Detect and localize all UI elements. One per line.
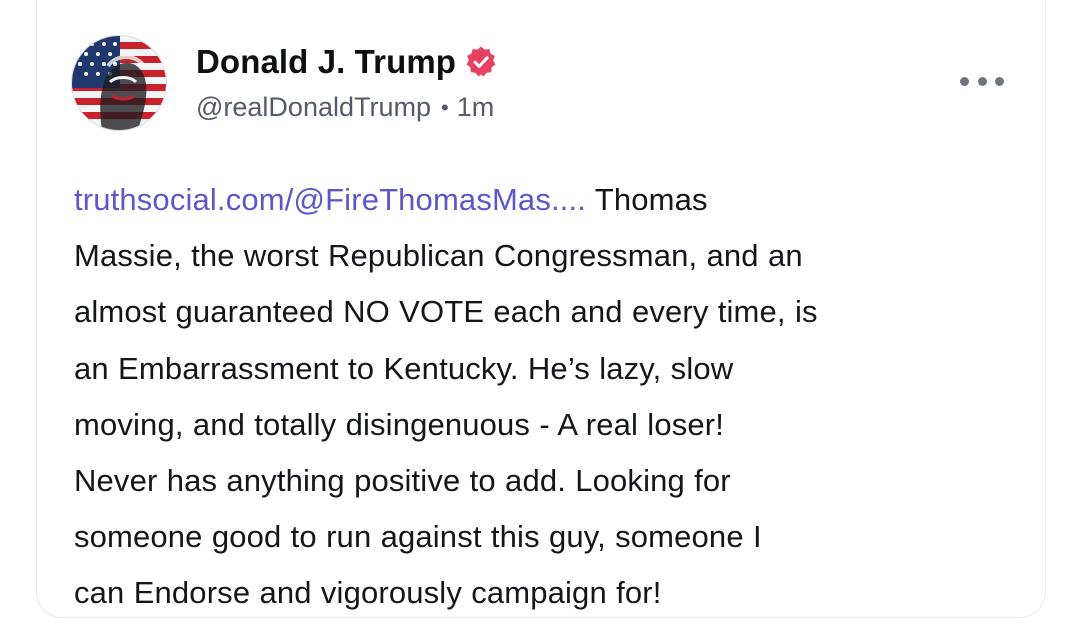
post-text-line: can Endorse and vigorously campaign for! — [74, 575, 662, 611]
more-horizontal-icon-dot — [977, 76, 987, 86]
post-text-line: someone good to run against this guy, so… — [74, 519, 762, 555]
post-timestamp[interactable]: 1m — [457, 92, 495, 123]
author-display-name[interactable]: Donald J. Trump — [196, 43, 456, 81]
post-meta: @realDonaldTrump • 1m — [196, 92, 494, 123]
post-text: truthsocial.com/@FireThomasMas.... Thoma… — [74, 172, 1009, 622]
more-options-button[interactable] — [960, 70, 1004, 92]
more-horizontal-icon — [960, 76, 969, 86]
post-text-line: Never has anything positive to add. Look… — [74, 463, 731, 499]
post-text-line: almost guaranteed NO VOTE each and every… — [74, 294, 818, 330]
author-name-row: Donald J. Trump — [196, 40, 498, 84]
post-text-segment: Thomas — [594, 182, 708, 217]
author-handle[interactable]: @realDonaldTrump — [196, 92, 431, 123]
meta-separator: • — [441, 94, 449, 120]
post-link[interactable]: truthsocial.com/@FireThomasMas.... — [74, 182, 586, 217]
verified-badge-icon — [466, 46, 496, 77]
post-text-line: Massie, the worst Republican Congressman… — [74, 238, 803, 274]
more-horizontal-icon-dot — [995, 76, 1004, 86]
post-text-line: truthsocial.com/@FireThomasMas.... Thoma… — [74, 172, 1009, 228]
avatar[interactable] — [72, 36, 166, 130]
post-text-line: an Embarrassment to Kentucky. He’s lazy,… — [74, 350, 734, 386]
post-text-line: moving, and totally disingenuous - A rea… — [74, 406, 725, 442]
avatar-flag-portrait-image — [72, 36, 166, 130]
